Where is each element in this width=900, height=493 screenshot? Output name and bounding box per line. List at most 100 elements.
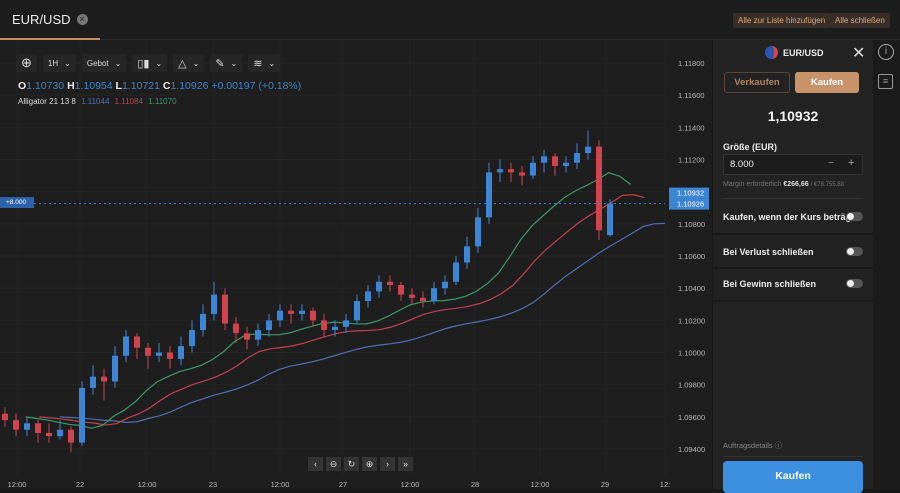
divider [723, 198, 863, 199]
candle-body [112, 355, 118, 382]
decrease-size-button[interactable]: − [828, 158, 834, 169]
candle-body [310, 310, 316, 321]
scroll-right-button[interactable]: › [380, 457, 395, 471]
take-profit-toggle[interactable] [846, 279, 863, 288]
chart-toolbar: ⊕ 1H ⌄ Gebot ⌄ ▯▮ ⌄ △ ⌄ ✎ ⌄ ≋ ⌄ [16, 54, 281, 72]
alligator-teeth-line [39, 194, 645, 426]
indicator-name: Alligator 21 13 8 [18, 97, 76, 106]
drawing-select[interactable]: ✎ ⌄ [210, 54, 243, 72]
y-tick-label: 1.11600 [678, 91, 705, 100]
candle-body [46, 432, 52, 437]
candle-body [354, 301, 360, 321]
candle-body [123, 336, 129, 356]
indicator-icon: △ [178, 57, 187, 70]
candle-body [200, 313, 206, 331]
close-tab-icon[interactable]: × [76, 13, 88, 25]
x-tick-label: 27 [339, 480, 347, 489]
divider [723, 456, 863, 457]
indicators-select[interactable]: △ ⌄ [173, 54, 205, 72]
candle-body [420, 297, 426, 302]
x-tick-label: 12: [660, 480, 670, 489]
buy-tab-button[interactable]: Kaufen [795, 72, 859, 93]
candle-body [266, 320, 272, 331]
price-type-select[interactable]: Gebot ⌄ [81, 54, 127, 72]
tab-eurusd[interactable]: EUR/USD × [0, 0, 100, 40]
sell-button[interactable]: Verkaufen [724, 72, 790, 93]
candle-body [453, 262, 459, 282]
candle-body [464, 246, 470, 263]
take-profit-section: Bei Gewinn schließen [713, 269, 873, 302]
candle-body [508, 169, 514, 173]
ask-price-label: 1.10932 [677, 189, 704, 198]
info-icon[interactable]: i [878, 44, 894, 60]
close-all-button[interactable]: Alle schließen [830, 13, 890, 28]
layers-select[interactable]: ≋ ⌄ [248, 54, 281, 72]
size-field[interactable]: 8.000 − + [723, 154, 863, 175]
chevron-down-icon: ⌄ [64, 58, 71, 68]
candle-body [596, 146, 602, 231]
candle-body [79, 387, 85, 443]
y-tick-label: 1.11400 [678, 123, 705, 132]
candle-body [178, 346, 184, 359]
scroll-left-button[interactable]: ‹ [308, 457, 323, 471]
low-value: 1.10721 [121, 80, 160, 92]
news-icon[interactable]: ≡ [878, 74, 893, 89]
candle-body [2, 413, 8, 421]
high-value: 1.10954 [74, 80, 113, 92]
y-tick-label: 1.11800 [678, 59, 705, 68]
go-to-latest-button[interactable]: » [398, 457, 413, 471]
limit-order-toggle[interactable] [846, 212, 863, 221]
chart-type-select[interactable]: ▯▮ ⌄ [132, 54, 168, 72]
close-value: 1.10926 [170, 80, 209, 92]
order-details-label: Auftragsdetails [723, 441, 773, 450]
candle-body [409, 294, 415, 298]
candle-body [442, 281, 448, 289]
candle-body [24, 423, 30, 430]
candle-body [475, 217, 481, 247]
close-panel-icon[interactable]: ✕ [852, 43, 865, 63]
x-tick-label: 23 [209, 480, 217, 489]
candle-body [607, 203, 613, 236]
zoom-out-button[interactable]: ⊖ [326, 457, 341, 471]
candle-body [167, 352, 173, 359]
stop-loss-toggle[interactable] [846, 247, 863, 256]
position-label[interactable]: +8.000 [0, 197, 34, 208]
candlestick-icon: ▯▮ [137, 57, 150, 70]
candle-body [365, 291, 371, 302]
x-tick-label: 12:00 [531, 480, 550, 489]
chart-navigation: ‹ ⊖ ↻ ⊕ › » [308, 457, 413, 471]
limit-order-label: Kaufen, wenn der Kurs beträgt [723, 212, 855, 222]
crosshair-button[interactable]: ⊕ [16, 54, 37, 72]
order-details-link[interactable]: Auftragsdetails ⓘ [723, 440, 782, 451]
take-profit-label: Bei Gewinn schließen [723, 279, 817, 289]
candle-body [585, 146, 591, 154]
change-value: +0.00197 (+0.18%) [211, 80, 302, 92]
buy-submit-button[interactable]: Kaufen [723, 461, 863, 493]
order-symbol: EUR/USD [765, 46, 824, 59]
stop-loss-label: Bei Verlust schließen [723, 247, 814, 257]
candle-body [277, 310, 283, 321]
chevron-down-icon: ⌄ [192, 58, 200, 68]
timeframe-select[interactable]: 1H ⌄ [42, 54, 76, 72]
crosshair-icon: ⊕ [21, 55, 32, 70]
add-all-to-list-button[interactable]: Alle zur Liste hinzufügen [733, 13, 831, 28]
chevron-down-icon: ⌄ [230, 58, 238, 68]
chart-canvas[interactable]: 1.118001.116001.114001.112001.110001.108… [0, 40, 712, 489]
price-chart[interactable]: 1.118001.116001.114001.112001.110001.108… [0, 40, 712, 489]
size-value: 8.000 [730, 159, 754, 170]
ohlc-legend: O1.10730 H1.10954 L1.10721 C1.10926 +0.0… [18, 80, 301, 92]
chevron-down-icon: ⌄ [268, 58, 276, 68]
candle-body [332, 326, 338, 331]
reset-button[interactable]: ↻ [344, 457, 359, 471]
stop-loss-section: Bei Verlust schließen [713, 233, 873, 269]
order-panel: EUR/USD ✕ Verkaufen Kaufen 1,10932 Größe… [713, 40, 873, 493]
candle-body [35, 423, 41, 433]
chevron-down-icon: ⌄ [155, 58, 163, 68]
zoom-in-button[interactable]: ⊕ [362, 457, 377, 471]
high-label: H [67, 80, 75, 92]
y-tick-label: 1.10200 [678, 316, 705, 325]
increase-size-button[interactable]: + [848, 157, 854, 169]
layers-icon: ≋ [253, 57, 263, 70]
alligator-legend[interactable]: Alligator 21 13 8 1.11044 1.11084 1.1107… [18, 97, 177, 106]
bid-price-label: 1.10926 [677, 200, 704, 209]
